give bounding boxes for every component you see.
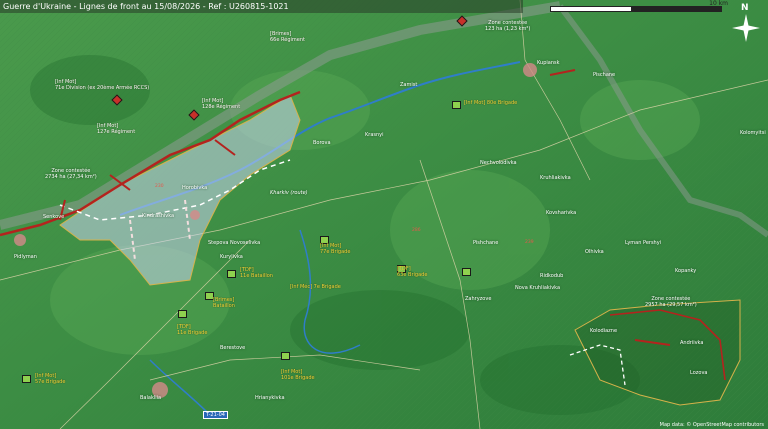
place-label: Kruhliakivka (540, 175, 571, 181)
ua-unit-label: [TDF] 11e Brigade (177, 324, 208, 336)
ru-unit-label: [Inf Mot] 127e Régiment (97, 123, 136, 135)
ru-unit-label: [Inf Mot] 128e Régiment (202, 98, 241, 110)
place-label: Pischane (593, 72, 616, 78)
place-label: Zamist (400, 82, 418, 88)
place-label: Senkove (43, 214, 65, 220)
place-label: Nechvolodivka (480, 160, 517, 166)
scale-label: 10 km (709, 0, 728, 7)
map-canvas[interactable]: Guerre d'Ukraine - Lignes de front au 15… (0, 0, 768, 429)
ua-unit-label: [Brimes] Bataillon (213, 297, 235, 309)
place-label: Andriivka (680, 340, 704, 346)
ua-unit-marker[interactable] (227, 270, 236, 278)
ua-unit-marker[interactable] (462, 268, 471, 276)
scale-bar: 10 km (550, 0, 730, 14)
ua-unit-label: [Inf Méc] 7e Brigade (290, 284, 341, 291)
place-label: Horobivka (182, 185, 208, 191)
road-number: 239 (525, 240, 534, 245)
place-label: Kupiansk (537, 60, 560, 66)
unit-detail: 80e Brigade (486, 100, 518, 106)
place-label: Kolomyitsi (740, 130, 766, 136)
map-attribution: Map data: © OpenStreetMap contributors (659, 422, 764, 428)
place-label: Berestove (220, 345, 246, 351)
map-title: Guerre d'Ukraine - Lignes de front au 15… (0, 0, 523, 13)
place-label: Zahryzove (465, 296, 492, 302)
north-arrow-icon: N (728, 3, 764, 46)
road-number: 286 (412, 228, 421, 233)
zone-label-west: Zone contestée 2734 ha (27,34 km²) (45, 168, 97, 180)
place-label: Stepova Novoselivka (208, 240, 261, 246)
road-number: 230 (155, 184, 164, 189)
unit-detail: 128e Régiment (202, 103, 241, 110)
unit-detail: 71e Division (ex 20ème Armée RCCS) (55, 84, 150, 91)
unit-detail: 101e Brigade (281, 374, 315, 381)
place-label: Hrianykivka (255, 395, 285, 401)
unit-detail: 11e Bataillon (240, 272, 273, 279)
unit-name: [Inf Mot] (464, 100, 486, 106)
zone-area: 123 ha (1,23 km²) (485, 26, 531, 32)
ua-unit-marker[interactable] (22, 375, 31, 383)
ua-unit-label: [TDF] 11e Bataillon (240, 267, 273, 279)
zone-area: 2734 ha (27,34 km²) (45, 174, 97, 180)
zone-label-east: Zone contestée 2957 ha (29,57 km²) (645, 296, 697, 308)
unit-detail: 11e Brigade (177, 329, 208, 336)
scale-bar-graphic (550, 6, 722, 12)
zone-label-north: Zone contestée 123 ha (1,23 km²) (485, 20, 530, 32)
place-label: Kovsharivka (546, 210, 577, 216)
unit-detail: 7e Brigade (313, 284, 341, 290)
ua-unit-label: [Inf Mot] 101e Brigade (281, 369, 315, 381)
ua-unit-label: [Inf Mot] 80e Brigade (464, 100, 518, 107)
ru-unit-label: [Inf Mot] 71e Division (ex 20ème Armée R… (55, 79, 150, 91)
place-label: Olhivka (585, 249, 604, 255)
ua-unit-label: [Inf Mot] 57e Brigade (35, 373, 66, 385)
place-label: Krasnyi (365, 132, 384, 138)
road-shield: T-21-04 (203, 411, 228, 419)
terrain-map[interactable] (0, 0, 768, 429)
place-label: Kindrashivka (142, 213, 175, 219)
place-label: Pidlyman (14, 254, 37, 260)
place-label: Pishchane (473, 240, 499, 246)
place-label: Borova (313, 140, 331, 146)
place-label: Balakliia (140, 395, 162, 401)
unit-detail: 66e Régiment (270, 36, 305, 43)
north-label: N (741, 3, 749, 13)
road-name-label: Kharkiv (route) (270, 190, 308, 196)
place-label: Lozova (690, 370, 708, 376)
place-label: Kopanky (675, 268, 697, 274)
place-label: Kolodiazne (590, 328, 618, 334)
unit-detail: 57e Brigade (35, 378, 66, 385)
ua-unit-label: [Inf Mot] 77e Brigade (320, 243, 351, 255)
unit-detail: 77e Brigade (320, 248, 351, 255)
place-label: Ridkodub (540, 273, 564, 279)
zone-area: 2957 ha (29,57 km²) (645, 302, 697, 308)
unit-detail: 127e Régiment (97, 128, 136, 135)
place-label: Kurylivka (220, 254, 243, 260)
unit-detail: Bataillon (213, 302, 235, 309)
unit-detail: 63e Brigade (397, 271, 428, 278)
place-label: Nova Kruhliakivka (515, 285, 561, 291)
ua-unit-marker[interactable] (281, 352, 290, 360)
unit-name: [Inf Méc] (290, 284, 313, 290)
ua-unit-label: [TDF] 63e Brigade (397, 266, 428, 278)
ua-unit-marker[interactable] (452, 101, 461, 109)
ua-unit-marker[interactable] (178, 310, 187, 318)
place-label: Lyman Pershyi (625, 240, 662, 246)
ru-unit-label: [Brimes] 66e Régiment (270, 31, 305, 43)
